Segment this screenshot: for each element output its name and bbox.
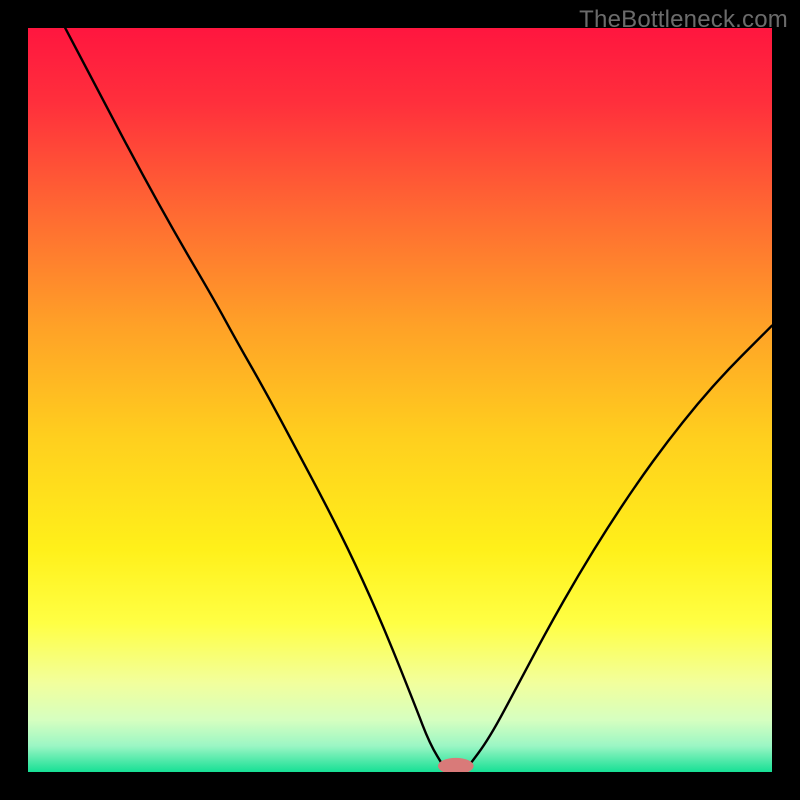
chart-background [28,28,772,772]
chart-frame: TheBottleneck.com [0,0,800,800]
plot-area [28,28,772,772]
bottleneck-curve-chart [28,28,772,772]
